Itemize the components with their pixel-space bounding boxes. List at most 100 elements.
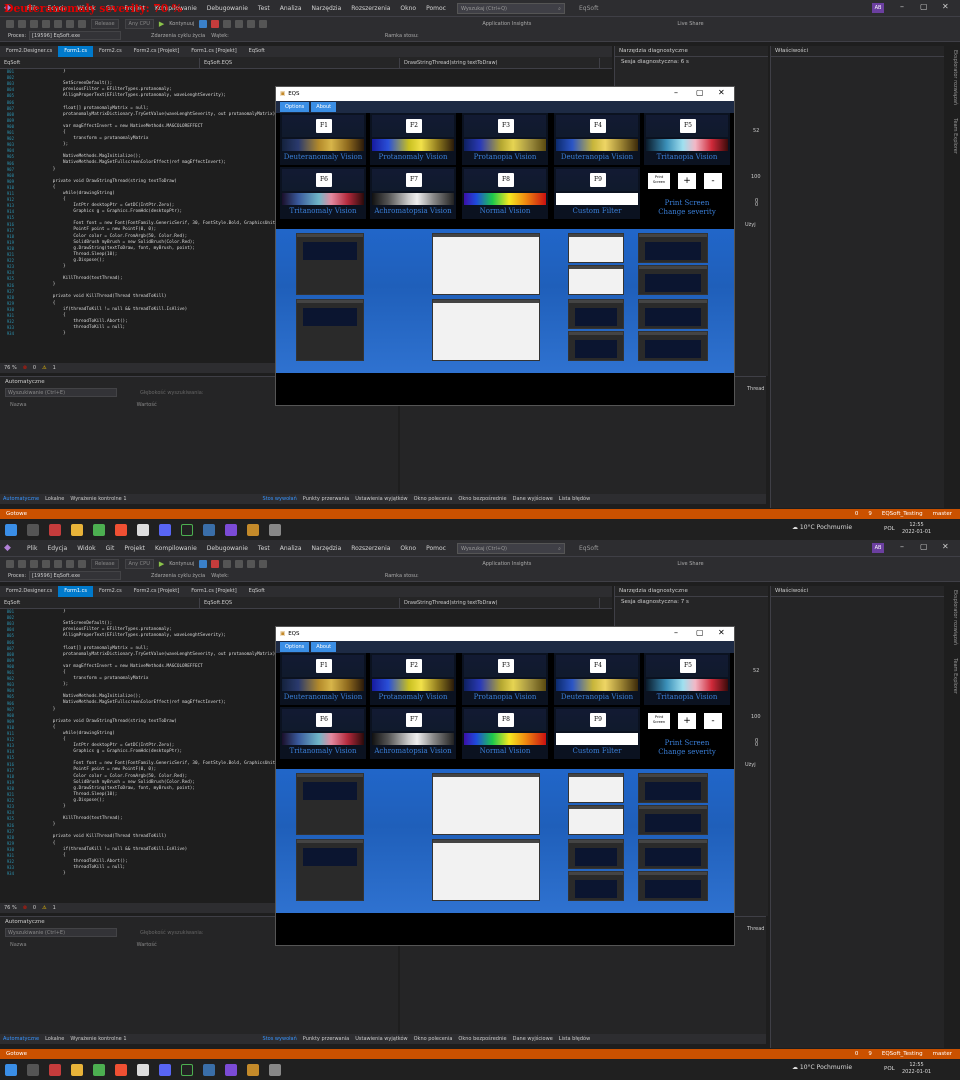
filter-button-f2[interactable]: F2 Protanomaly Vision	[370, 113, 456, 165]
forward-icon[interactable]	[18, 559, 26, 568]
bottom-tab-right-4[interactable]: Okno bezpośrednie	[455, 1036, 509, 1042]
file-explorer-icon[interactable]	[71, 524, 83, 536]
git-icon[interactable]	[115, 524, 127, 536]
continue-button[interactable]: Kontynuuj	[169, 21, 194, 27]
eqs-close-icon[interactable]: ✕	[718, 628, 725, 637]
step-over-icon[interactable]	[235, 559, 244, 568]
minimize-icon[interactable]: –	[900, 542, 904, 551]
office-icon[interactable]	[49, 1064, 61, 1076]
filter-button-f6[interactable]: F6 Tritanomaly Vision	[280, 707, 366, 759]
print-screen-button[interactable]: Print Screen	[648, 713, 670, 729]
menu-item-4[interactable]: Projekt	[119, 545, 150, 552]
filter-button-f8[interactable]: F8 Normal Vision	[462, 167, 548, 219]
weather-widget[interactable]: ☁ 10°C Pochmurnie	[792, 524, 852, 531]
office-icon[interactable]	[49, 524, 61, 536]
pause-icon[interactable]	[199, 19, 208, 28]
bottom-tab-right-1[interactable]: Punkty przerwania	[300, 496, 352, 502]
autos-search-input[interactable]: Wyszukiwanie (Ctrl+E)	[5, 928, 117, 937]
filter-button-f9[interactable]: F9 Custom Filter	[554, 167, 640, 219]
menu-item-5[interactable]: Kompilowanie	[150, 545, 202, 552]
nav-member[interactable]: DrawStringThread(string textToDraw)	[400, 597, 600, 608]
minimize-icon[interactable]: –	[900, 2, 904, 11]
severity-plus-button[interactable]: +	[678, 713, 696, 729]
bottom-tab-right-6[interactable]: Lista błędów	[556, 1036, 593, 1042]
app-insights-button[interactable]: Application Insights	[482, 21, 531, 27]
ide-search-box[interactable]: Wyszukaj (Ctrl+Q) ⌕	[456, 542, 565, 554]
severity-minus-button[interactable]: -	[704, 713, 722, 729]
filter-button-f5[interactable]: F5 Tritanopia Vision	[644, 653, 730, 705]
filter-button-f1[interactable]: F1 Deuteranomaly Vision	[280, 113, 366, 165]
menu-item-3[interactable]: Git	[101, 545, 120, 552]
filter-button-f6[interactable]: F6 Tritanomaly Vision	[280, 167, 366, 219]
bottom-tab-right-3[interactable]: Okno polecenia	[411, 496, 456, 502]
maximize-icon[interactable]: ▢	[920, 542, 928, 551]
step-out-icon[interactable]	[259, 559, 268, 568]
doc-tab-0[interactable]: Form2.Designer.cs	[0, 586, 58, 597]
filter-button-f7[interactable]: F7 Achromatopsia Vision	[370, 167, 456, 219]
status-branch[interactable]: master	[933, 1051, 952, 1057]
menu-item-1[interactable]: Edycja	[42, 545, 72, 552]
undo-icon[interactable]	[66, 19, 74, 28]
doc-tab-0[interactable]: Form2.Designer.cs	[0, 46, 58, 57]
bottom-tab-right-4[interactable]: Okno bezpośrednie	[455, 496, 509, 502]
menu-item-9[interactable]: Narzędzia	[307, 5, 347, 12]
doc-tab-2[interactable]: Form2.cs	[93, 586, 128, 597]
menu-item-11[interactable]: Okno	[395, 545, 421, 552]
menu-item-8[interactable]: Analiza	[275, 5, 307, 12]
menu-item-9[interactable]: Narzędzia	[307, 545, 347, 552]
eqs-menu-options[interactable]: Options	[280, 102, 310, 112]
weather-widget[interactable]: ☁ 10°C Pochmurnie	[792, 1064, 852, 1071]
bottom-tab-right-5[interactable]: Dane wyjściowe	[510, 496, 556, 502]
filter-button-f2[interactable]: F2 Protanomaly Vision	[370, 653, 456, 705]
zoom-level[interactable]: 76 %	[4, 365, 17, 371]
discord-icon[interactable]	[159, 524, 171, 536]
restart-icon[interactable]	[223, 559, 232, 568]
platform-dropdown[interactable]: Any CPU	[124, 558, 154, 569]
eqs-app-icon[interactable]	[247, 524, 259, 536]
filter-button-f3[interactable]: F3 Protanopia Vision	[462, 113, 548, 165]
step-into-icon[interactable]	[247, 559, 256, 568]
save-icon[interactable]	[42, 559, 50, 568]
close-icon[interactable]: ✕	[942, 2, 949, 11]
doc-tab-5[interactable]: EqSoft	[243, 586, 271, 597]
doc-tab-3[interactable]: Form2.cs [Projekt]	[128, 46, 185, 57]
diag-use-label[interactable]: Użyj	[745, 762, 756, 768]
live-share-button[interactable]: Live Share	[677, 561, 703, 567]
menu-item-6[interactable]: Debugowanie	[202, 5, 253, 12]
autos-col-value[interactable]: Wartość	[137, 942, 157, 948]
restart-icon[interactable]	[223, 19, 232, 28]
maximize-icon[interactable]: ▢	[920, 2, 928, 11]
eqs-menu-about[interactable]: About	[311, 102, 337, 112]
team-explorer-tab[interactable]: Team Explorer	[952, 658, 958, 694]
menu-item-8[interactable]: Analiza	[275, 545, 307, 552]
doc-tab-1[interactable]: Form1.cs	[58, 586, 93, 597]
save-all-icon[interactable]	[54, 19, 62, 28]
menu-item-10[interactable]: Rozszerzenia	[346, 545, 395, 552]
autos-search-input[interactable]: Wyszukiwanie (Ctrl+E)	[5, 388, 117, 397]
user-avatar[interactable]: AB	[872, 3, 884, 13]
zoom-level[interactable]: 76 %	[4, 905, 17, 911]
new-file-icon[interactable]	[30, 19, 38, 28]
live-share-button[interactable]: Live Share	[677, 21, 703, 27]
severity-minus-button[interactable]: -	[704, 173, 722, 189]
lifecycle-events-dropdown[interactable]: Zdarzenia cyklu życia	[151, 33, 205, 39]
doc-tab-4[interactable]: Form1.cs [Projekt]	[185, 586, 242, 597]
visual-studio-icon[interactable]	[225, 1064, 237, 1076]
filter-button-f5[interactable]: F5 Tritanopia Vision	[644, 113, 730, 165]
status-errors[interactable]: 0	[855, 1051, 859, 1057]
language-indicator[interactable]: POL	[884, 526, 895, 532]
doc-tab-4[interactable]: Form1.cs [Projekt]	[185, 46, 242, 57]
continue-icon[interactable]: ▶	[159, 20, 164, 28]
stop-icon[interactable]	[211, 559, 220, 568]
menu-item-7[interactable]: Test	[253, 545, 275, 552]
doc-tab-5[interactable]: EqSoft	[243, 46, 271, 57]
bottom-tab-right-1[interactable]: Punkty przerwania	[300, 1036, 352, 1042]
nav-project[interactable]: EqSoft	[0, 597, 200, 608]
status-branch[interactable]: master	[933, 511, 952, 517]
eqs-app-icon[interactable]	[247, 1064, 259, 1076]
language-indicator[interactable]: POL	[884, 1066, 895, 1072]
eqs-maximize-icon[interactable]: ▢	[696, 88, 704, 97]
eqs-menu-about[interactable]: About	[311, 642, 337, 652]
severity-plus-button[interactable]: +	[678, 173, 696, 189]
eqs-minimize-icon[interactable]: –	[674, 628, 678, 637]
